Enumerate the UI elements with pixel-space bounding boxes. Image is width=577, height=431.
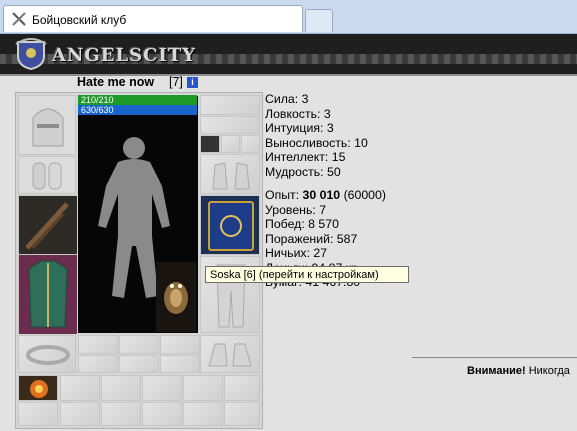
browser-tab[interactable]: Бойцовский клуб: [3, 5, 303, 32]
slot-boots[interactable]: [200, 335, 260, 373]
slot-armor[interactable]: [18, 254, 77, 334]
bracers-icon: [32, 162, 62, 190]
slot-bag-6[interactable]: [60, 402, 100, 426]
slot-spellbook[interactable]: [200, 195, 260, 255]
stat-wins: Побед: 8 570: [265, 217, 339, 231]
slot-bag-5[interactable]: [224, 375, 260, 401]
character-level: [7]: [169, 75, 183, 89]
tab-title: Бойцовский клуб: [32, 13, 127, 27]
helmet-icon: [32, 108, 64, 147]
slot-bag-2[interactable]: [101, 375, 141, 401]
character-portrait[interactable]: [78, 96, 198, 333]
owl-pet-icon: [164, 282, 188, 314]
experience-value: 30 010: [302, 188, 341, 202]
robe-armor-icon: [19, 255, 77, 334]
slot-amulet-2[interactable]: [119, 355, 159, 373]
stat-draws: Ничьих: 27: [265, 246, 328, 260]
slot-bag-4[interactable]: [183, 375, 223, 401]
slot-rune[interactable]: [18, 375, 58, 401]
slot-bag-10[interactable]: [224, 402, 260, 426]
slot-weapon[interactable]: [18, 195, 77, 254]
slot-helmet[interactable]: [18, 95, 76, 155]
slot-bag-7[interactable]: [101, 402, 141, 426]
notice-text: Никогда: [525, 365, 570, 377]
slot-empty-scroll[interactable]: [18, 402, 58, 426]
fire-rune-icon: [30, 380, 48, 398]
slot-amulet-1[interactable]: [78, 355, 118, 373]
stat-level: Уровень: 7: [265, 202, 327, 217]
shield-crest-icon: [15, 38, 47, 70]
pet-tooltip: Soska [6] (перейти к настройкам): [205, 266, 409, 283]
notice-label: Внимание!: [467, 365, 526, 377]
stat-experience: Опыт: 30 010 (60000): [265, 188, 386, 203]
notice: Внимание! Никогда: [467, 365, 570, 377]
divider: [412, 357, 577, 358]
pet-slot[interactable]: [156, 262, 196, 332]
gloves-icon: [212, 162, 250, 190]
mp-bar: 630/630: [78, 105, 197, 115]
stat-wisdom: Мудрость: 50: [265, 164, 341, 179]
weapon-crutch-icon: [19, 196, 77, 254]
crossed-swords-icon: [12, 12, 26, 26]
stat-intellect: Интеллект: 15: [265, 150, 346, 164]
slot-bag-9[interactable]: [183, 402, 223, 426]
slot-ring-2[interactable]: [119, 335, 159, 354]
slot-necklace[interactable]: [200, 116, 260, 134]
slot-ring-3[interactable]: [160, 335, 200, 354]
slot-earrings[interactable]: [200, 95, 260, 115]
info-icon[interactable]: i: [187, 77, 198, 88]
spellbook-icon: [208, 201, 254, 251]
belt-icon: [26, 345, 70, 365]
hp-bar: 210/210: [78, 95, 197, 105]
slot-bag-1[interactable]: [60, 375, 100, 401]
stat-agility: Ловкость: 3: [265, 106, 331, 121]
slot-ring-1[interactable]: [78, 335, 118, 354]
experience-label: Опыт:: [265, 188, 303, 202]
slot-ring-equipped[interactable]: [200, 135, 220, 153]
new-tab-button[interactable]: [305, 9, 333, 32]
stats-panel: Сила: 3 Ловкость: 3 Интуиция: 3 Вынослив…: [265, 92, 386, 290]
slot-bag-3[interactable]: [142, 375, 182, 401]
boots-icon: [208, 343, 252, 367]
slot-belt[interactable]: [18, 335, 76, 373]
slot-bag-8[interactable]: [142, 402, 182, 426]
slot-gloves[interactable]: [200, 154, 260, 194]
character-name: Hate me now: [77, 75, 155, 89]
slot-ring-a[interactable]: [221, 135, 240, 153]
stat-intuition: Интуиция: 3: [265, 121, 334, 135]
slot-ring-b[interactable]: [241, 135, 260, 153]
experience-next: (60000): [340, 188, 386, 202]
site-logo[interactable]: ANGELSCITY: [52, 45, 196, 66]
slot-bracers[interactable]: [18, 156, 76, 194]
stat-endurance: Выносливость: 10: [265, 135, 368, 150]
browser-tab-bar: Бойцовский клуб: [0, 0, 577, 34]
slot-amulet-3[interactable]: [160, 355, 200, 373]
stat-strength: Сила: 3: [265, 92, 309, 106]
stat-losses: Поражений: 587: [265, 231, 358, 246]
